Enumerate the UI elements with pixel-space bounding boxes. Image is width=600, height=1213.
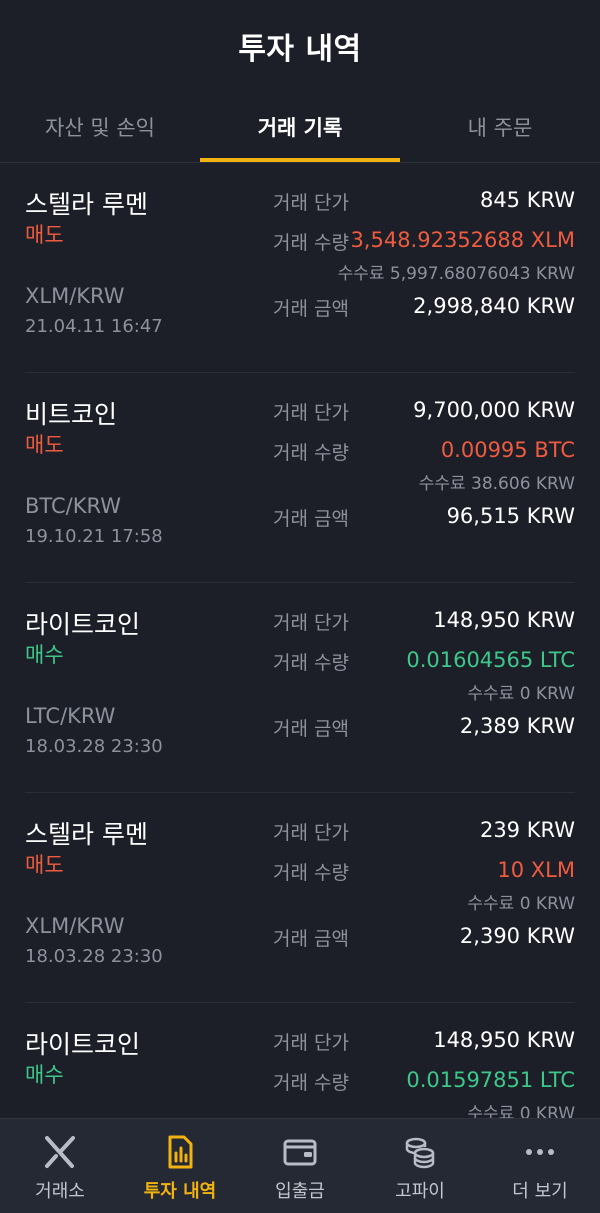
price-value: 845 KRW: [479, 188, 575, 212]
trade-side: 매도: [25, 433, 64, 457]
coin-name: 비트코인: [25, 400, 118, 429]
market-pair: XLM/KRW: [25, 284, 125, 308]
tab-bar: 자산 및 손익 거래 기록 내 주문: [0, 92, 600, 163]
trade-datetime: 18.03.28 23:30: [25, 736, 163, 757]
coin-name: 스텔라 루멘: [25, 190, 148, 219]
coins-icon: [405, 1137, 435, 1169]
quantity-label: 거래 수량: [273, 442, 349, 464]
transaction-item[interactable]: 스텔라 루멘 매도 XLM/KRW 21.04.11 16:47 거래 단가 8…: [0, 163, 600, 373]
quantity-value: 3,548.92352688 XLM: [350, 228, 575, 252]
app-header: 투자 내역: [0, 0, 600, 92]
quantity-value: 0.01597851 LTC: [406, 1068, 575, 1092]
price-label: 거래 단가: [273, 402, 349, 424]
quantity-value: 0.01604565 LTC: [406, 648, 575, 672]
trade-side: 매수: [25, 1063, 64, 1087]
trade-datetime: 19.10.21 17:58: [25, 526, 163, 547]
market-pair: LTC/KRW: [25, 704, 116, 728]
price-value: 239 KRW: [479, 818, 575, 842]
nav-deposit-withdraw[interactable]: 입출금: [240, 1119, 360, 1213]
quantity-label: 거래 수량: [273, 1072, 349, 1094]
quantity-label: 거래 수량: [273, 652, 349, 674]
transaction-item[interactable]: 라이트코인 매수 LTC/KRW 18.03.28 23:30 거래 단가 14…: [0, 583, 600, 793]
coin-name: 스텔라 루멘: [25, 820, 148, 849]
nav-label: 입출금: [275, 1181, 325, 1202]
amount-label: 거래 금액: [273, 718, 349, 740]
market-pair: XLM/KRW: [25, 914, 125, 938]
nav-label: 고파이: [395, 1181, 445, 1202]
amount-value: 2,998,840 KRW: [413, 294, 575, 318]
nav-gopax-fi[interactable]: 고파이: [360, 1119, 480, 1213]
trade-datetime: 21.04.11 16:47: [25, 316, 163, 337]
price-label: 거래 단가: [273, 192, 349, 214]
amount-value: 2,390 KRW: [459, 924, 575, 948]
coin-name: 라이트코인: [25, 1030, 141, 1059]
nav-investment-history[interactable]: 투자 내역: [120, 1119, 240, 1213]
fee-value: 수수료 0 KRW: [467, 1104, 575, 1118]
nav-label: 거래소: [35, 1181, 85, 1202]
transaction-item[interactable]: 비트코인 매도 BTC/KRW 19.10.21 17:58 거래 단가 9,7…: [0, 373, 600, 583]
nav-label: 투자 내역: [143, 1181, 217, 1202]
price-label: 거래 단가: [273, 1032, 349, 1054]
transaction-list[interactable]: 스텔라 루멘 매도 XLM/KRW 21.04.11 16:47 거래 단가 8…: [0, 163, 600, 1118]
quantity-value: 10 XLM: [497, 858, 575, 882]
quantity-label: 거래 수량: [273, 862, 349, 884]
quantity-label: 거래 수량: [273, 232, 349, 254]
nav-more[interactable]: 더 보기: [480, 1119, 600, 1213]
amount-label: 거래 금액: [273, 508, 349, 530]
investment-history-icon: [168, 1135, 193, 1169]
tab-trade-history[interactable]: 거래 기록: [200, 92, 400, 162]
price-value: 9,700,000 KRW: [413, 398, 575, 422]
fee-value: 수수료 5,997.68076043 KRW: [337, 264, 575, 284]
tab-assets-pnl[interactable]: 자산 및 손익: [0, 92, 200, 162]
trade-side: 매도: [25, 223, 64, 247]
nav-label: 더 보기: [512, 1181, 568, 1202]
trade-side: 매도: [25, 853, 64, 877]
coin-name: 라이트코인: [25, 610, 141, 639]
market-pair: BTC/KRW: [25, 494, 122, 518]
price-value: 148,950 KRW: [433, 608, 575, 632]
price-value: 148,950 KRW: [433, 1028, 575, 1052]
trade-datetime: 18.03.28 23:30: [25, 946, 163, 967]
exchange-x-icon: [45, 1136, 75, 1168]
transaction-item[interactable]: 스텔라 루멘 매도 XLM/KRW 18.03.28 23:30 거래 단가 2…: [0, 793, 600, 1003]
transaction-item[interactable]: 라이트코인 매수 거래 단가 148,950 KRW 거래 수량 0.01597…: [0, 1003, 600, 1118]
trade-side: 매수: [25, 643, 64, 667]
price-label: 거래 단가: [273, 822, 349, 844]
fee-value: 수수료 0 KRW: [467, 684, 575, 704]
amount-label: 거래 금액: [273, 298, 349, 320]
amount-value: 96,515 KRW: [446, 504, 575, 528]
fee-value: 수수료 38.606 KRW: [418, 474, 575, 494]
amount-value: 2,389 KRW: [459, 714, 575, 738]
price-label: 거래 단가: [273, 612, 349, 634]
wallet-icon: [283, 1139, 317, 1166]
bottom-navigation: 거래소 투자 내역 입출금 고파이 더 보기: [0, 1118, 600, 1213]
amount-label: 거래 금액: [273, 928, 349, 950]
page-title: 투자 내역: [238, 32, 362, 67]
active-tab-indicator: [200, 158, 400, 162]
nav-exchange[interactable]: 거래소: [0, 1119, 120, 1213]
more-dots-icon: [526, 1149, 554, 1155]
quantity-value: 0.00995 BTC: [440, 438, 575, 462]
fee-value: 수수료 0 KRW: [467, 894, 575, 914]
tab-my-orders[interactable]: 내 주문: [400, 92, 600, 162]
